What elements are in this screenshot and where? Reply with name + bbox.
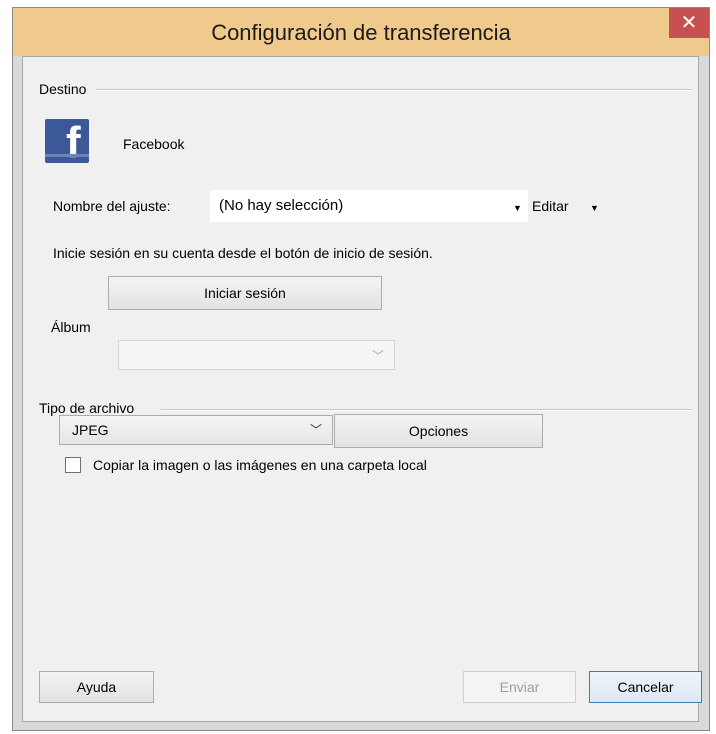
copy-local-label[interactable]: Copiar la imagen o las imágenes en una c… xyxy=(93,457,427,473)
dialog-body: Destino f Facebook Nombre del ajuste: (N… xyxy=(22,56,702,722)
edit-menu-button[interactable]: Editar xyxy=(532,198,569,214)
login-hint: Inicie sesión en su cuenta desde el botó… xyxy=(53,245,433,261)
service-name: Facebook xyxy=(123,136,185,152)
setting-name-value: (No hay selección) xyxy=(219,197,344,214)
file-type-group-divider xyxy=(161,409,692,411)
file-type-value: JPEG xyxy=(72,422,109,438)
close-button[interactable]: ✕ xyxy=(669,8,709,38)
cancel-button[interactable]: Cancelar xyxy=(589,671,702,703)
setting-name-select[interactable]: (No hay selección) xyxy=(210,190,528,222)
transfer-settings-window: Configuración de transferencia ✕ Destino… xyxy=(12,7,710,731)
destino-group-label: Destino xyxy=(39,81,93,97)
help-button[interactable]: Ayuda xyxy=(39,671,154,703)
setting-dropdown-arrow-icon[interactable]: ▼ xyxy=(513,203,522,213)
file-type-chevron-down-icon: ﹀ xyxy=(309,423,322,437)
title-bar[interactable]: Configuración de transferencia ✕ xyxy=(13,8,709,56)
login-button[interactable]: Iniciar sesión xyxy=(108,276,382,310)
album-chevron-down-icon: ﹀ xyxy=(371,349,384,363)
file-type-group-label: Tipo de archivo xyxy=(39,400,141,416)
setting-name-label: Nombre del ajuste: xyxy=(53,198,171,214)
send-button[interactable]: Enviar xyxy=(463,671,576,703)
window-title: Configuración de transferencia xyxy=(211,20,511,45)
facebook-icon: f xyxy=(45,119,89,163)
album-label: Álbum xyxy=(51,319,91,335)
edit-dropdown-arrow-icon[interactable]: ▼ xyxy=(590,203,599,213)
album-select: ﹀ xyxy=(118,340,395,370)
options-button[interactable]: Opciones xyxy=(334,414,543,448)
file-type-select[interactable]: JPEG ﹀ xyxy=(59,415,333,445)
destino-group-divider xyxy=(96,89,692,91)
copy-local-checkbox[interactable] xyxy=(65,457,81,473)
